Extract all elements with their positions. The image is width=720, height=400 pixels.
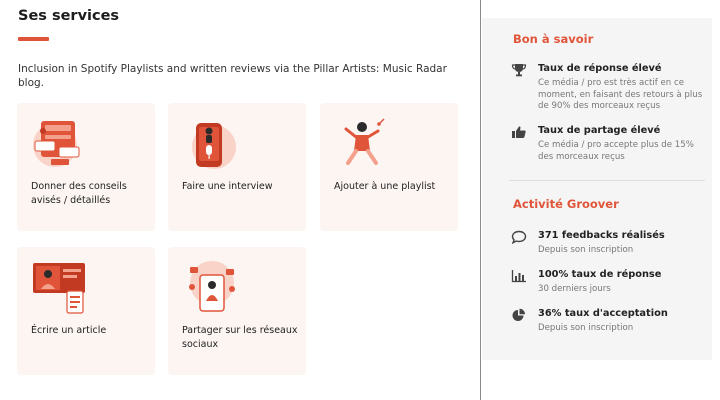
sidebar-divider (509, 180, 705, 181)
services-section: Ses services Inclusion in Spotify Playli… (0, 0, 480, 400)
interview-illustration (192, 123, 236, 169)
stat-title: 100% taux de réponse (538, 269, 662, 280)
bar-chart-icon (511, 270, 526, 283)
info-title: Taux de partage élevé (538, 125, 661, 136)
service-card-label: Faire une interview (182, 181, 273, 192)
service-card-label: Donner des conseils avisés / détaillés (31, 181, 127, 206)
info-title: Taux de réponse élevé (538, 63, 662, 74)
stat-subtitle: Depuis son inscription (538, 245, 634, 255)
good-to-know-title: Bon à savoir (513, 32, 594, 46)
services-description: Inclusion in Spotify Playlists and writt… (18, 63, 447, 89)
advice-illustration (33, 121, 80, 167)
activity-title: Activité Groover (513, 197, 619, 211)
service-card-advice[interactable]: Donner des conseils avisés / détaillés (17, 103, 155, 231)
info-subtitle: Ce média / pro est très actif en ce mome… (538, 78, 703, 111)
service-card-playlist[interactable]: Ajouter à une playlist (320, 103, 458, 231)
service-card-label: Ajouter à une playlist (334, 181, 436, 192)
service-card-label: Partager sur les réseaux sociaux (182, 325, 298, 350)
service-card-article[interactable]: Écrire un article (17, 247, 155, 375)
stat-title: 371 feedbacks réalisés (538, 230, 665, 241)
service-card-interview[interactable]: Faire une interview (168, 103, 306, 231)
comment-icon (511, 230, 527, 244)
info-subtitle: Ce média / pro accepte plus de 15% des m… (538, 140, 694, 162)
title-underline (18, 37, 49, 41)
service-card-social-share[interactable]: Partager sur les réseaux sociaux (168, 247, 306, 375)
service-card-label: Écrire un article (31, 325, 107, 336)
pie-chart-icon (512, 308, 525, 321)
thumbs-up-icon (512, 126, 526, 138)
section-title: Ses services (18, 8, 120, 24)
stat-title: 36% taux d'acceptation (538, 308, 668, 319)
social-share-illustration (189, 261, 235, 312)
trophy-icon (511, 64, 527, 77)
stat-subtitle: Depuis son inscription (538, 323, 634, 333)
playlist-illustration (344, 118, 385, 165)
article-illustration (33, 263, 85, 314)
sidebar: Bon à savoir Taux de réponse élevé Ce mé… (482, 18, 712, 360)
stat-subtitle: 30 derniers jours (538, 284, 611, 294)
vertical-divider (480, 0, 481, 400)
